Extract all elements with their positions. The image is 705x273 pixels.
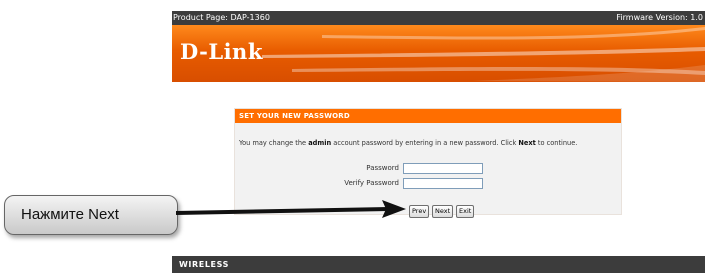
password-input[interactable]: [403, 163, 483, 174]
firmware-version-label: Firmware Version: 1.0: [616, 13, 703, 22]
password-label: Password: [366, 164, 399, 172]
header-banner: D-Link: [172, 25, 705, 82]
desc-bold-next: Next: [518, 139, 536, 147]
top-bar: Product Page: DAP-1360 Firmware Version:…: [172, 11, 705, 25]
desc-text-2: account password by entering in a new pa…: [331, 139, 519, 147]
desc-text-1: You may change the: [239, 139, 309, 147]
verify-password-label: Verify Password: [344, 179, 399, 187]
dlink-logo: D-Link: [180, 39, 263, 64]
product-page-label: Product Page: DAP-1360: [173, 13, 270, 22]
exit-button[interactable]: Exit: [456, 205, 474, 218]
arrow-to-next-icon: [176, 200, 406, 218]
panel-title: SET YOUR NEW PASSWORD: [235, 109, 621, 123]
prev-button[interactable]: Prev: [409, 205, 429, 218]
verify-password-input[interactable]: [403, 178, 483, 189]
callout-text: Нажмите Next: [21, 206, 119, 223]
panel-description: You may change the admin account passwor…: [239, 139, 577, 147]
desc-text-3: to continue.: [535, 139, 578, 147]
instruction-callout: Нажмите Next: [4, 195, 178, 235]
wireless-label: WIRELESS: [179, 260, 229, 269]
next-button[interactable]: Next: [432, 205, 453, 218]
desc-bold-admin: admin: [308, 139, 332, 147]
wireless-footer-bar: WIRELESS: [172, 256, 705, 273]
